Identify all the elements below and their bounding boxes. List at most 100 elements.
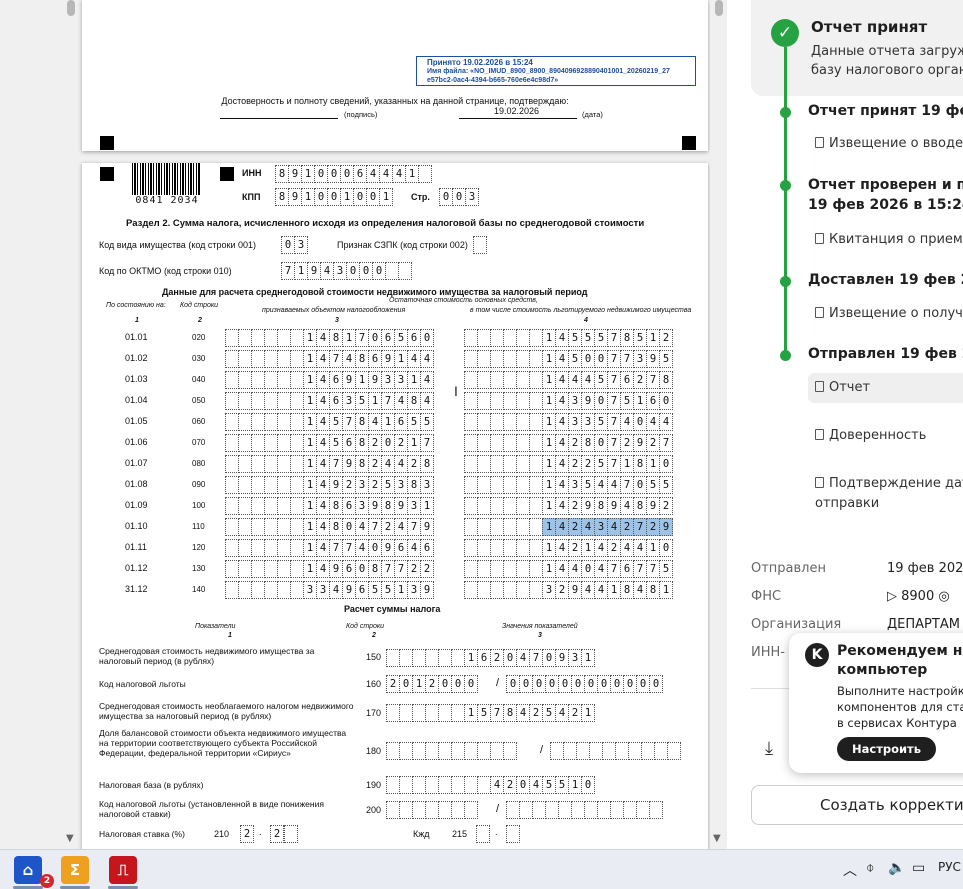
- digit-cell: 4: [620, 539, 634, 557]
- rate-cell-int: 2: [240, 825, 254, 843]
- digit-cell: 2: [394, 434, 408, 452]
- digit-cell: [506, 825, 520, 843]
- create-correction-button[interactable]: Создать корректир: [751, 785, 963, 825]
- digit-cell: 6: [646, 392, 660, 410]
- digit-cell: 6: [394, 413, 408, 431]
- row-residual-value: 1463517484: [225, 392, 434, 410]
- row-code: 120: [192, 543, 206, 552]
- info-fns-key: ФНС: [751, 589, 782, 604]
- col-date-header: По состоянию на:: [106, 302, 166, 309]
- digit-cell: 6: [329, 392, 343, 410]
- digit-cell: 1: [633, 392, 647, 410]
- digit-cell: 9: [633, 434, 647, 452]
- inn-label: ИНН: [242, 168, 262, 178]
- digit-cell: [398, 262, 412, 280]
- digit-cell: [464, 392, 478, 410]
- doc-notice-input[interactable]: Извещение о вводе: [815, 134, 963, 154]
- digit-cell: 9: [607, 497, 621, 515]
- digit-cell: [438, 649, 452, 667]
- corner-marker: [100, 136, 114, 150]
- tray-chevron-up-icon[interactable]: ︿: [843, 860, 857, 880]
- property-code-cells: 03: [281, 236, 308, 254]
- digit-cell: [477, 329, 491, 347]
- tray-volume-icon[interactable]: 🔈: [888, 860, 905, 876]
- digit-cell: [464, 371, 478, 389]
- row-benefit-value: 1428072927: [464, 434, 673, 452]
- digit-cell: [477, 413, 491, 431]
- doc-report[interactable]: Отчет: [808, 373, 963, 403]
- viewer-scrollbar[interactable]: ▼: [710, 0, 727, 849]
- digit-cell: [264, 392, 278, 410]
- tray-meet-icon[interactable]: ⌽: [866, 860, 874, 876]
- digit-cell: 3: [542, 581, 556, 599]
- doc-power-of-attorney[interactable]: Доверенность: [815, 426, 926, 446]
- calc-title: Расчет суммы налога: [344, 604, 441, 614]
- digit-cell: 1: [659, 581, 673, 599]
- digit-cell: 6: [342, 434, 356, 452]
- row-date: 01.08: [125, 479, 148, 489]
- digit-cell: 9: [420, 581, 434, 599]
- taskbar-app-kontur[interactable]: ⌂ 2: [14, 856, 54, 888]
- digit-cell: [464, 742, 478, 760]
- taskbar-app-calc[interactable]: Σ: [61, 856, 89, 884]
- digit-cell: 9: [368, 371, 382, 389]
- taskbar-app-pdf[interactable]: ⎍: [109, 856, 137, 884]
- digit-cell: 4: [594, 539, 608, 557]
- doc-notice-receipt[interactable]: Извещение о получе: [815, 304, 963, 324]
- row-date: 01.09: [125, 500, 148, 510]
- row-date: 01.04: [125, 395, 148, 405]
- digit-cell: 2: [381, 518, 395, 536]
- digit-cell: [238, 455, 252, 473]
- col-code-header: Код строки: [180, 302, 219, 309]
- viewer-scrollbar-thumb[interactable]: [715, 0, 723, 16]
- left-scrollbar-thumb[interactable]: [67, 0, 75, 16]
- digit-cell: 4: [316, 329, 330, 347]
- digit-cell: 0: [340, 165, 354, 183]
- digit-cell: [277, 518, 291, 536]
- tray-network-icon[interactable]: ▭: [912, 860, 925, 876]
- inn-cells: 89100064441: [275, 165, 432, 183]
- digit-cell: 0: [368, 539, 382, 557]
- digit-cell: [425, 704, 439, 722]
- digit-cell: 9: [581, 392, 595, 410]
- doc-send-confirmation[interactable]: Подтверждение датыотправки: [815, 474, 963, 514]
- digit-cell: [225, 476, 239, 494]
- digit-cell: [529, 392, 543, 410]
- left-scroll-down-icon[interactable]: ▼: [66, 833, 74, 844]
- left-scrollbar[interactable]: ▼: [63, 0, 77, 849]
- setup-button[interactable]: Настроить: [837, 737, 936, 761]
- digit-cell: 4: [394, 455, 408, 473]
- digit-cell: 2: [368, 455, 382, 473]
- digit-cell: 1: [542, 476, 556, 494]
- digit-cell: 8: [329, 329, 343, 347]
- digit-cell: [464, 434, 478, 452]
- avg-value-code: 150: [366, 652, 382, 662]
- digit-cell: 1: [303, 413, 317, 431]
- corner-marker: [100, 167, 114, 181]
- digit-cell: [277, 581, 291, 599]
- doc-receipt[interactable]: Квитанция о приеме: [815, 230, 963, 250]
- digit-cell: 4: [555, 704, 569, 722]
- digit-cell: 4: [594, 560, 608, 578]
- digit-cell: 7: [607, 560, 621, 578]
- digit-cell: 0: [610, 675, 624, 693]
- digit-cell: 3: [316, 581, 330, 599]
- document-viewer[interactable]: ▼ Принято 19.02.2026 в 15:24 Имя файла: …: [0, 0, 727, 849]
- digit-cell: 4: [581, 371, 595, 389]
- digit-cell: 3: [342, 392, 356, 410]
- digit-cell: [251, 518, 265, 536]
- tray-language[interactable]: РУС: [938, 860, 961, 874]
- digit-cell: 6: [355, 581, 369, 599]
- digit-cell: 9: [581, 497, 595, 515]
- digit-cell: [451, 704, 465, 722]
- calc-num-1: 1: [228, 632, 232, 639]
- digit-cell: [571, 801, 585, 819]
- digit-cell: 9: [555, 649, 569, 667]
- digit-cell: 2: [620, 434, 634, 452]
- download-icon[interactable]: ⤓: [765, 738, 773, 759]
- digit-cell: 0: [353, 188, 367, 206]
- digit-cell: [503, 371, 517, 389]
- digit-cell: 4: [529, 776, 543, 794]
- nontax-label: Среднегодовая стоимость необлагаемого на…: [99, 701, 354, 721]
- viewer-scroll-down-icon[interactable]: ▼: [713, 833, 721, 844]
